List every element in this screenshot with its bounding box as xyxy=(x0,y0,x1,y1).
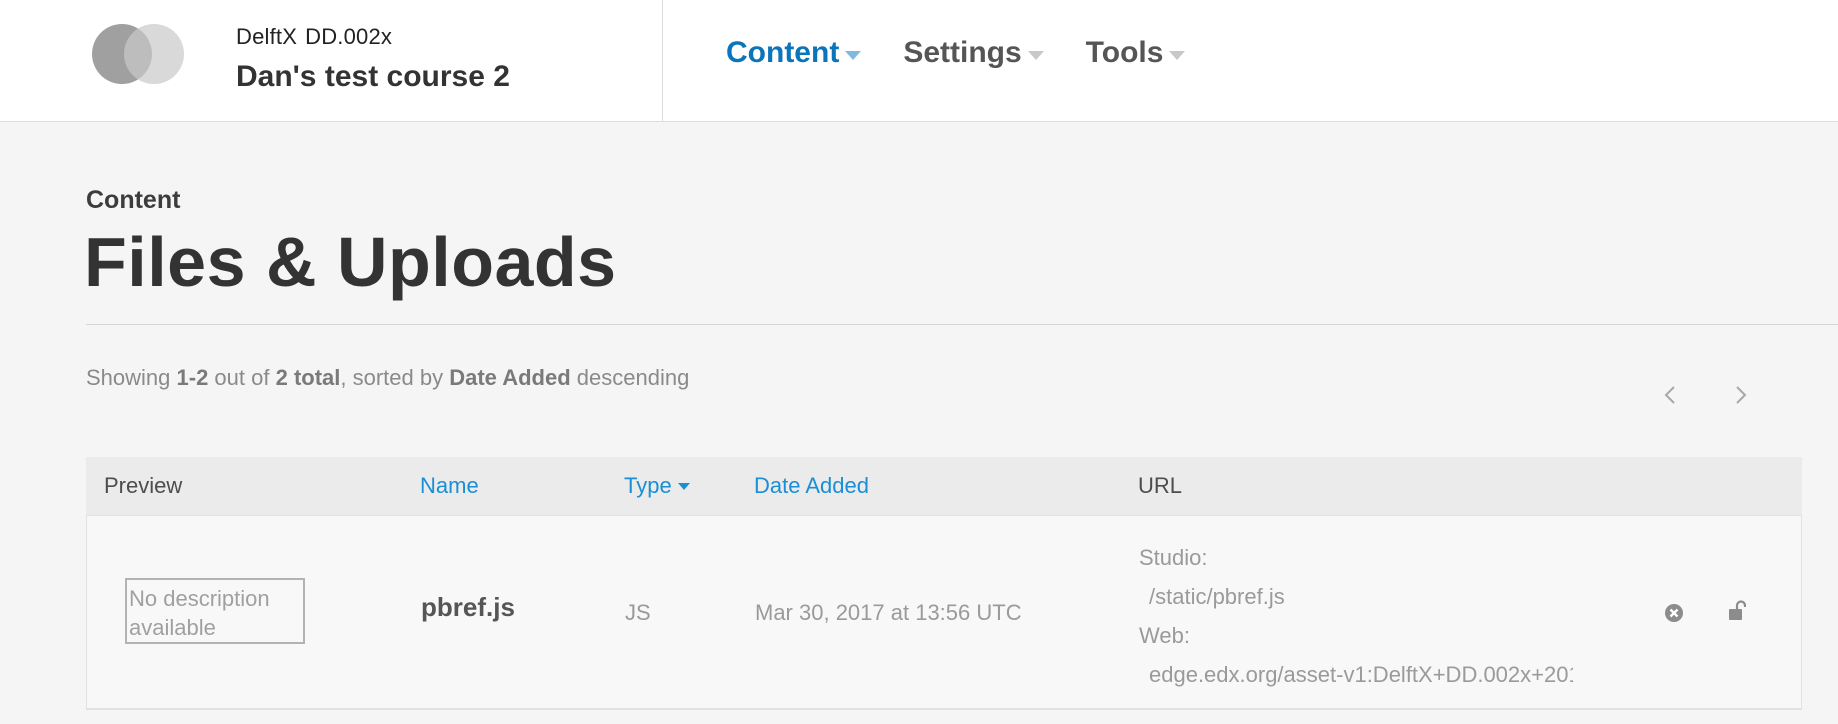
studio-url-value[interactable]: /static/pbref.js xyxy=(1139,577,1573,616)
sort-down-icon xyxy=(677,482,690,490)
close-circle-icon xyxy=(1665,604,1683,622)
nav-content[interactable]: Content xyxy=(726,36,862,70)
asset-name: pbref.js xyxy=(421,592,515,622)
summary-mid1: out of xyxy=(208,365,276,390)
column-url: URL xyxy=(1138,473,1183,498)
previous-page-button[interactable] xyxy=(1655,380,1685,410)
summary-sort-field: Date Added xyxy=(449,365,571,390)
asset-preview: No description available xyxy=(125,578,305,644)
nav-tools[interactable]: Tools xyxy=(1086,36,1186,70)
lock-toggle-button[interactable] xyxy=(1724,598,1750,624)
heading-divider xyxy=(86,324,1838,325)
header-divider xyxy=(662,0,663,122)
table-row: No description available pbref.js JS Mar… xyxy=(86,515,1802,710)
caret-down-icon xyxy=(1169,50,1186,60)
column-type-sort[interactable]: Type xyxy=(624,473,690,499)
assets-table-header: Preview Name Type Date Added URL xyxy=(86,457,1802,515)
course-number: DD.002x xyxy=(305,24,393,49)
web-url-value[interactable]: edge.edx.org/asset-v1:DelftX+DD.002x+201 xyxy=(1139,655,1573,694)
main-nav: Content Settings Tools xyxy=(726,36,1186,70)
column-date-added-sort[interactable]: Date Added xyxy=(754,473,869,499)
caret-down-icon xyxy=(1027,50,1044,60)
column-preview: Preview xyxy=(104,473,183,498)
asset-date-added: Mar 30, 2017 at 13:56 UTC xyxy=(755,600,1022,625)
course-org-number: DelftX DD.002x xyxy=(236,24,510,50)
delete-asset-button[interactable] xyxy=(1661,600,1687,626)
summary-mid2: , sorted by xyxy=(340,365,450,390)
summary-total: 2 total xyxy=(275,365,341,390)
summary-suffix: descending xyxy=(570,365,690,390)
course-org: DelftX xyxy=(236,24,298,49)
asset-type: JS xyxy=(625,600,651,625)
top-header: DelftX DD.002x Dan's test course 2 Conten… xyxy=(0,0,1838,122)
unlock-icon xyxy=(1729,600,1746,620)
course-logo[interactable] xyxy=(92,22,192,86)
summary-prefix: Showing xyxy=(86,365,177,390)
caret-down-icon xyxy=(845,50,862,60)
studio-url-label: Studio: xyxy=(1139,545,1208,570)
chevron-left-icon xyxy=(1664,386,1675,404)
chevron-right-icon xyxy=(1736,386,1747,404)
next-page-button[interactable] xyxy=(1726,380,1756,410)
asset-urls: Studio: /static/pbref.js Web: edge.edx.o… xyxy=(1139,538,1573,694)
course-info[interactable]: DelftX DD.002x Dan's test course 2 xyxy=(236,24,510,94)
nav-settings-label: Settings xyxy=(903,36,1022,69)
column-name-sort[interactable]: Name xyxy=(420,473,479,499)
column-type-label: Type xyxy=(624,473,672,498)
web-url-label: Web: xyxy=(1139,623,1190,648)
page-subtitle: Content xyxy=(86,186,181,214)
summary-range: 1-2 xyxy=(176,365,209,390)
nav-tools-label: Tools xyxy=(1085,36,1164,69)
page-title: Files & Uploads xyxy=(84,223,617,301)
nav-content-label: Content xyxy=(726,36,840,69)
nav-settings[interactable]: Settings xyxy=(903,36,1044,70)
results-summary: Showing 1-2 out of 2 total, sorted by Da… xyxy=(86,365,689,391)
course-title: Dan's test course 2 xyxy=(236,60,510,93)
